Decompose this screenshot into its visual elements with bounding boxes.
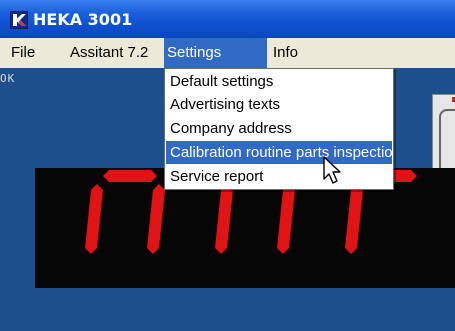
status-text: OK <box>0 72 16 85</box>
heka-k-logo-icon <box>10 11 28 29</box>
menu-item-service-report[interactable]: Service report <box>166 165 392 188</box>
menu-info[interactable]: Info <box>273 38 298 68</box>
menu-item-default-settings[interactable]: Default settings <box>166 70 392 93</box>
app-window: HEKA 3001 File Assitant 7.2 Settings Inf… <box>0 0 455 331</box>
mouse-pointer-icon <box>318 155 348 191</box>
menu-item-company-address[interactable]: Company address <box>166 117 392 140</box>
menu-settings[interactable]: Settings <box>164 38 267 68</box>
menu-item-advertising-texts[interactable]: Advertising texts <box>166 93 392 116</box>
menu-item-calibration-routine[interactable]: Calibration routine parts inspection <box>166 141 392 164</box>
settings-dropdown-menu: Default settings Advertising texts Compa… <box>164 68 394 190</box>
seven-segment-digit <box>85 170 165 254</box>
title-bar[interactable]: HEKA 3001 <box>0 0 455 38</box>
menu-bar: File Assitant 7.2 Settings Info <box>0 38 455 68</box>
menu-file[interactable]: File <box>11 38 35 68</box>
window-title: HEKA 3001 <box>33 10 133 29</box>
menu-assistant[interactable]: Assitant 7.2 <box>70 38 148 68</box>
